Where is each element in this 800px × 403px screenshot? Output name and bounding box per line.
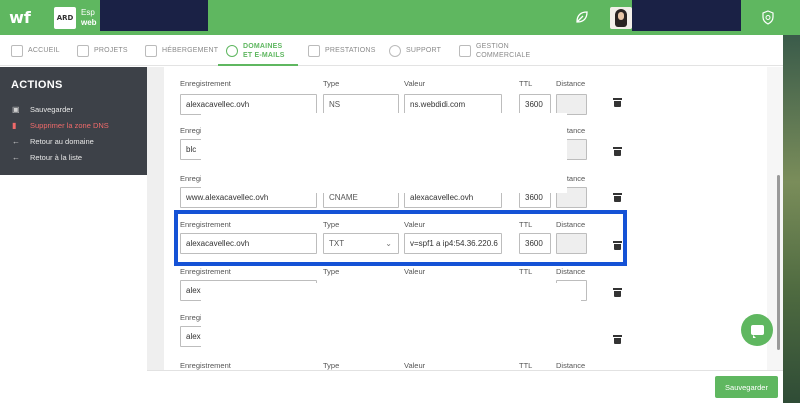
nav-domaines[interactable]: Domaines et e-mails bbox=[226, 35, 285, 66]
app-logo[interactable]: wf bbox=[0, 0, 40, 35]
value-input[interactable]: ns.webdidi.com bbox=[404, 94, 502, 115]
nav-label: Accueil bbox=[28, 47, 60, 54]
actions-sidebar: ACTIONS ▣ Sauvegarder ▮ Supprimer la zon… bbox=[0, 67, 147, 175]
redacted-area bbox=[100, 0, 208, 31]
nav-label: Projets bbox=[94, 47, 128, 54]
brand-logo: ARD bbox=[54, 6, 76, 29]
desktop-background bbox=[782, 35, 800, 403]
active-tab-indicator bbox=[218, 64, 298, 66]
action-back-list[interactable]: ← Retour à la liste bbox=[12, 149, 147, 165]
nav-support[interactable]: Support bbox=[389, 35, 441, 66]
nav-hebergement[interactable]: Hébergement bbox=[145, 35, 218, 66]
type-label: Type bbox=[323, 361, 340, 370]
action-label: Retour à la liste bbox=[30, 152, 83, 162]
chat-button[interactable] bbox=[741, 314, 773, 346]
brand-line1: Esp bbox=[81, 7, 95, 17]
home-icon bbox=[11, 44, 23, 57]
delete-row-icon[interactable] bbox=[613, 335, 622, 344]
nav-gestion[interactable]: Gestion commerciale bbox=[459, 35, 530, 66]
action-save[interactable]: ▣ Sauvegarder bbox=[12, 101, 147, 117]
save-button[interactable]: Sauvegarder bbox=[715, 376, 778, 398]
coins-icon bbox=[459, 44, 471, 57]
ttl-label: TTL bbox=[519, 267, 533, 276]
overlay-mask bbox=[201, 283, 581, 365]
dns-row: Enregistrement Type Valeur TTL Distance bbox=[164, 361, 770, 370]
delete-row-icon[interactable] bbox=[613, 98, 622, 107]
highlight-annotation bbox=[174, 210, 627, 266]
action-label: Sauvegarder bbox=[30, 104, 73, 114]
nav-projets[interactable]: Projets bbox=[77, 35, 128, 66]
leaf-icon[interactable] bbox=[574, 9, 590, 25]
action-delete-zone[interactable]: ▮ Supprimer la zone DNS bbox=[12, 117, 147, 133]
delete-row-icon[interactable] bbox=[613, 288, 622, 297]
shield-settings-icon[interactable] bbox=[760, 9, 776, 25]
record-input[interactable]: alexacavellec.ovh bbox=[180, 94, 317, 115]
nav-label-line1: Domaines bbox=[243, 42, 283, 50]
delete-row-icon[interactable] bbox=[613, 193, 622, 202]
value-label: Valeur bbox=[404, 79, 426, 88]
nav-label-line2: commerciale bbox=[476, 51, 531, 59]
overlay-mask bbox=[201, 113, 567, 193]
nav-label-line1: Gestion bbox=[476, 42, 509, 50]
type-value: CNAME bbox=[329, 193, 358, 202]
record-label: Enregistrement bbox=[180, 267, 231, 276]
projects-icon bbox=[77, 44, 89, 57]
brand-line2: web bbox=[81, 17, 97, 27]
record-label: Enregistrement bbox=[180, 361, 231, 370]
record-label: Enregistrement bbox=[180, 79, 231, 88]
nav-label: Hébergement bbox=[162, 47, 219, 54]
scrollbar-thumb[interactable] bbox=[777, 175, 780, 350]
nav-label-line2: et e-mails bbox=[243, 51, 285, 59]
nav-label: Prestations bbox=[325, 47, 376, 54]
main-nav: Accueil Projets 1 Hébergement Domaines e… bbox=[0, 35, 783, 85]
ttl-input[interactable]: 3600 bbox=[519, 94, 551, 115]
ttl-label: TTL bbox=[519, 79, 533, 88]
action-back-domain[interactable]: ← Retour au domaine bbox=[12, 133, 147, 149]
value-label: Valeur bbox=[404, 361, 426, 370]
distance-label: Distance bbox=[556, 79, 586, 88]
value-label: Valeur bbox=[404, 267, 426, 276]
trash-icon: ▮ bbox=[12, 120, 17, 130]
footer-bar bbox=[147, 370, 783, 403]
chat-icon bbox=[750, 325, 764, 338]
redacted-area bbox=[632, 0, 741, 31]
arrow-left-icon: ← bbox=[12, 152, 20, 162]
sidebar-title: ACTIONS bbox=[11, 79, 63, 91]
app-window: wf ARD Esp web Accueil Projets 1 Hébe bbox=[0, 0, 800, 403]
type-label: Type bbox=[323, 79, 340, 88]
globe-icon bbox=[226, 44, 238, 57]
distance-input[interactable] bbox=[556, 94, 587, 115]
distance-label: Distance bbox=[556, 361, 586, 370]
save-icon: ▣ bbox=[12, 104, 20, 114]
support-icon bbox=[389, 44, 401, 57]
action-label: Retour au domaine bbox=[30, 136, 94, 146]
distance-label: Distance bbox=[556, 267, 586, 276]
delete-row-icon[interactable] bbox=[613, 147, 622, 156]
user-avatar[interactable] bbox=[610, 7, 632, 29]
ttl-label: TTL bbox=[519, 361, 533, 370]
action-label: Supprimer la zone DNS bbox=[30, 120, 109, 130]
type-select[interactable]: NS bbox=[323, 94, 399, 115]
nav-prestations[interactable]: Prestations bbox=[308, 35, 376, 66]
arrow-left-icon: ← bbox=[12, 136, 20, 146]
services-icon bbox=[308, 44, 320, 57]
nav-label: Support bbox=[406, 47, 442, 54]
nav-accueil[interactable]: Accueil bbox=[11, 35, 60, 66]
brand-block[interactable]: ARD Esp web bbox=[54, 0, 97, 35]
server-icon bbox=[145, 44, 157, 57]
type-value: NS bbox=[329, 100, 341, 109]
brand-name: Esp web bbox=[81, 8, 97, 28]
type-label: Type bbox=[323, 267, 340, 276]
